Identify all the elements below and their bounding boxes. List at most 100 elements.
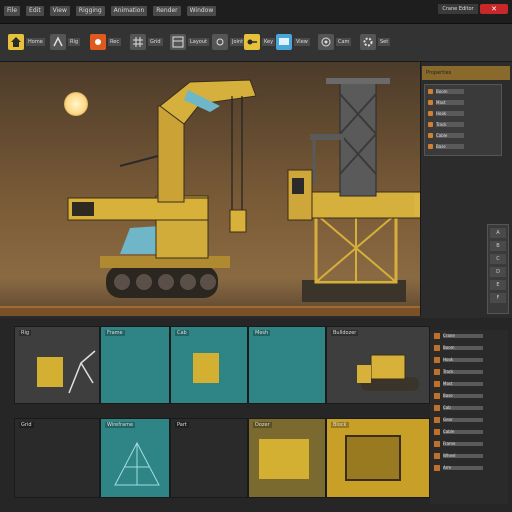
list-item[interactable]: Frame — [430, 438, 508, 450]
property-label: Track — [436, 121, 464, 127]
asset-list: Crane Boom Hook Track Mast Base Cab Gear… — [430, 330, 508, 504]
asset-tile[interactable]: Block — [326, 418, 430, 498]
list-label: Cab — [443, 406, 483, 410]
asset-label: Frame — [105, 330, 125, 336]
monitor-icon — [276, 34, 292, 50]
side-tab-strip: A B C D E F — [487, 224, 509, 314]
property-row[interactable]: Hook — [425, 108, 501, 118]
rig-tool[interactable]: Rig — [50, 32, 81, 52]
list-icon — [434, 429, 440, 435]
property-row[interactable]: Base — [425, 141, 501, 151]
side-tab[interactable]: A — [490, 228, 506, 238]
asset-tile[interactable]: Dozer — [248, 418, 326, 498]
property-row[interactable]: Cable — [425, 130, 501, 140]
property-icon — [428, 88, 433, 94]
property-icon — [428, 121, 433, 127]
key-icon — [244, 34, 260, 50]
list-item[interactable]: Arm — [430, 462, 508, 474]
asset-tile[interactable]: Cab — [170, 326, 248, 404]
camera-icon — [318, 34, 334, 50]
tool-label: Cam — [336, 38, 352, 46]
asset-tile[interactable]: Bulldozer — [326, 326, 430, 404]
list-item[interactable]: Cab — [430, 402, 508, 414]
tool-label: Key — [262, 38, 276, 46]
close-button[interactable]: ✕ — [480, 4, 508, 14]
list-item[interactable]: Wheel — [430, 450, 508, 462]
list-item[interactable]: Cable — [430, 426, 508, 438]
list-icon — [434, 393, 440, 399]
asset-tile[interactable]: Rig — [14, 326, 100, 404]
property-label: Hook — [436, 110, 464, 116]
tool-label: Set — [378, 38, 391, 46]
list-icon — [434, 465, 440, 471]
crawler-crane-model[interactable] — [60, 66, 260, 310]
tool-label: Grid — [148, 38, 163, 46]
list-icon — [434, 333, 440, 339]
home-tool[interactable]: Home — [8, 32, 45, 52]
asset-tile[interactable]: Part — [170, 418, 248, 498]
list-item[interactable]: Crane — [430, 330, 508, 342]
side-tab[interactable]: E — [490, 280, 506, 290]
asset-tile[interactable]: Grid — [14, 418, 100, 498]
tool-label: Joint — [230, 38, 246, 46]
property-row[interactable]: Boom — [425, 86, 501, 96]
list-label: Wheel — [443, 454, 483, 458]
property-row[interactable]: Track — [425, 119, 501, 129]
title-bar: File Edit View Rigging Animation Render … — [0, 0, 512, 24]
record-tool[interactable]: Rec — [90, 32, 122, 52]
asset-thumbnail — [259, 439, 309, 479]
record-icon — [90, 34, 106, 50]
property-label: Boom — [436, 88, 464, 94]
menu-bar: File Edit View Rigging Animation Render … — [4, 6, 217, 16]
screen-tool[interactable]: View — [276, 32, 310, 52]
property-label: Base — [436, 143, 464, 149]
list-item[interactable]: Base — [430, 390, 508, 402]
rig-icon — [50, 34, 66, 50]
list-item[interactable]: Boom — [430, 342, 508, 354]
asset-label: Wireframe — [105, 422, 136, 428]
layout-tool[interactable]: Layout — [170, 32, 209, 52]
asset-tile[interactable]: Wireframe — [100, 418, 170, 498]
list-label: Arm — [443, 466, 483, 470]
asset-label: Mesh — [253, 330, 271, 336]
list-item[interactable]: Hook — [430, 354, 508, 366]
side-tab[interactable]: D — [490, 267, 506, 277]
menu-edit[interactable]: Edit — [26, 6, 44, 16]
property-icon — [428, 110, 433, 116]
menu-file[interactable]: File — [4, 6, 21, 16]
tool-label: Home — [26, 38, 45, 46]
menu-window[interactable]: Window — [186, 6, 217, 16]
properties-header: Properties — [422, 66, 510, 80]
camera-tool[interactable]: Cam — [318, 32, 352, 52]
list-label: Mast — [443, 382, 483, 386]
list-item[interactable]: Track — [430, 366, 508, 378]
rig-diagram-icon — [68, 350, 96, 394]
bulldozer-thumbnail — [357, 354, 419, 391]
list-label: Frame — [443, 442, 483, 446]
settings-tool[interactable]: Set — [360, 32, 391, 52]
list-item[interactable]: Gear — [430, 414, 508, 426]
menu-rigging[interactable]: Rigging — [75, 6, 105, 16]
key-tool[interactable]: Key — [244, 32, 276, 52]
asset-label: Part — [175, 422, 189, 428]
side-tab[interactable]: F — [490, 293, 506, 303]
tool-label: Layout — [188, 38, 209, 46]
menu-render[interactable]: Render — [153, 6, 181, 16]
asset-tile[interactable]: Mesh — [248, 326, 326, 404]
property-icon — [428, 99, 433, 105]
properties-title: Properties — [426, 70, 452, 76]
list-icon — [434, 405, 440, 411]
asset-label: Block — [331, 422, 349, 428]
asset-tile[interactable]: Frame — [100, 326, 170, 404]
grid-tool[interactable]: Grid — [130, 32, 163, 52]
menu-animation[interactable]: Animation — [110, 6, 148, 16]
side-tab[interactable]: B — [490, 241, 506, 251]
list-label: Crane — [443, 334, 483, 338]
list-item[interactable]: Mast — [430, 378, 508, 390]
asset-label: Cab — [175, 330, 189, 336]
list-icon — [434, 345, 440, 351]
menu-view[interactable]: View — [49, 6, 70, 16]
side-tab[interactable]: C — [490, 254, 506, 264]
property-row[interactable]: Mast — [425, 97, 501, 107]
joint-tool[interactable]: Joint — [212, 32, 246, 52]
